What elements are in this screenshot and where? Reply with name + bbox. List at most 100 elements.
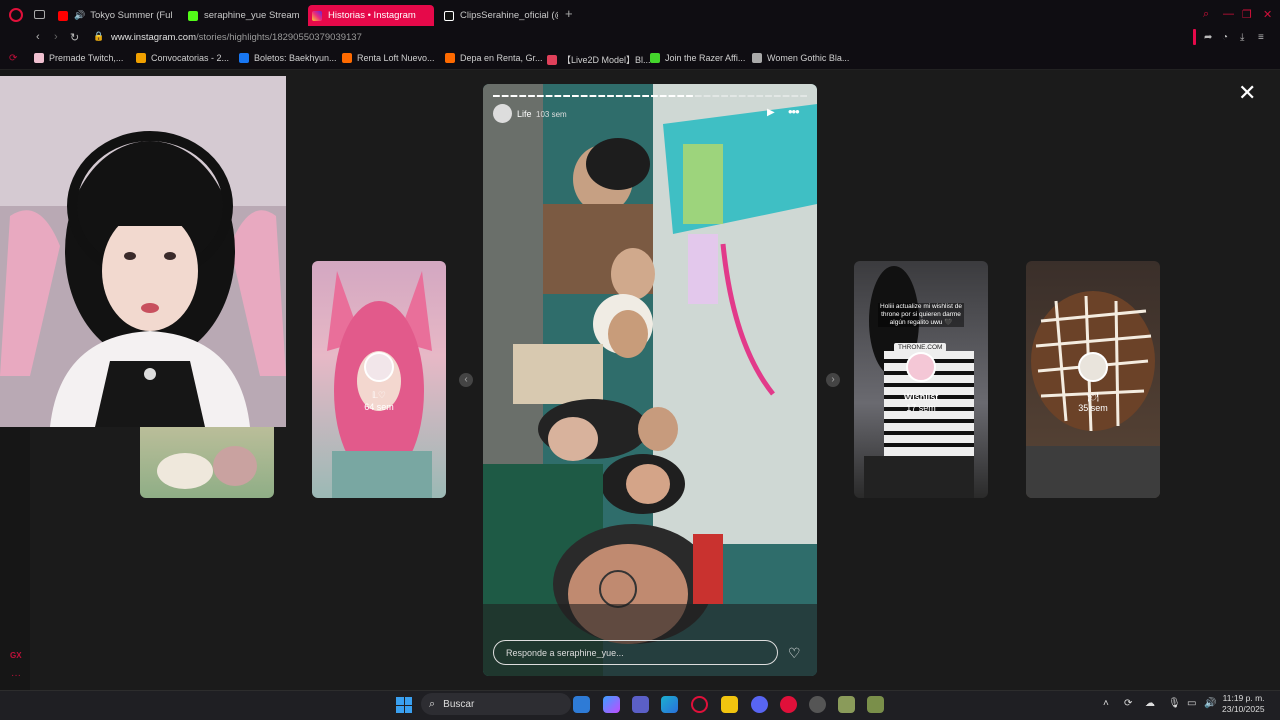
progress-segment <box>598 95 606 97</box>
progress-segment <box>493 95 500 97</box>
progress-segment <box>668 95 676 97</box>
tab-label: ClipsSerahine_oficial (@c <box>460 10 558 21</box>
bookmark-item[interactable]: 【Live2D Model】Bl... <box>547 53 651 66</box>
next-story-button[interactable]: › <box>826 373 840 387</box>
sidebar-more-icon[interactable]: ··· <box>11 670 21 681</box>
progress-segment <box>563 95 570 97</box>
account-icon[interactable]: ◔ <box>1222 32 1228 43</box>
menu-icon[interactable]: ≡ <box>1258 32 1264 43</box>
download-icon[interactable]: ⤓ <box>1240 32 1244 43</box>
windows-start-icon[interactable] <box>396 697 412 713</box>
highlight-avatar <box>364 352 394 382</box>
maximize-button[interactable]: ❐ <box>1242 8 1252 21</box>
steam-icon[interactable] <box>809 696 826 713</box>
bookmark-label: Premade Twitch,... <box>49 53 124 63</box>
story-image <box>483 84 817 676</box>
progress-segment <box>721 95 728 97</box>
copilot-icon[interactable] <box>603 696 620 713</box>
play-icon[interactable]: ▶ <box>767 107 775 118</box>
highlight-title: 𝕃♡ <box>372 390 386 400</box>
gx-corner-label[interactable]: GX <box>10 651 22 660</box>
story-thumbnail[interactable]: 🍽 35 sem <box>1026 261 1160 498</box>
close-window-button[interactable]: ✕ <box>1263 8 1272 21</box>
bookmark-item[interactable]: Premade Twitch,... <box>34 53 123 63</box>
tab-instagram[interactable]: Historias • Instagram <box>308 5 434 26</box>
progress-segment <box>703 95 711 97</box>
speed-dial-icon[interactable]: ⟳ <box>9 53 17 64</box>
tab-label: seraphine_yue Stream - W <box>204 10 302 21</box>
minecraft-launcher-icon[interactable] <box>867 696 884 713</box>
close-story-button[interactable]: ✕ <box>1238 82 1256 104</box>
bookmark-item[interactable]: Depa en Renta, Gr... <box>445 53 543 63</box>
highlight-link[interactable]: THRONE.COM <box>894 343 947 352</box>
progress-segment <box>501 95 509 97</box>
instagram-icon <box>312 10 322 21</box>
youtube-icon <box>58 10 68 21</box>
story-thumbnail[interactable]: Holiii actualize mi wishlist de throne p… <box>854 261 988 498</box>
teams-icon[interactable] <box>632 696 649 713</box>
search-icon: ⌕ <box>429 697 436 710</box>
forward-button[interactable]: › <box>54 31 58 43</box>
discord-icon[interactable] <box>751 696 768 713</box>
file-explorer-icon[interactable] <box>721 696 738 713</box>
bookmark-icon <box>445 53 455 63</box>
sync-icon[interactable]: ⟳ <box>1124 698 1132 709</box>
story-time: 103 sem <box>536 110 567 119</box>
url-field[interactable]: www.instagram.com/stories/highlights/182… <box>111 32 362 43</box>
progress-segment <box>791 95 799 97</box>
bookmark-icon <box>136 53 146 63</box>
bookmark-item[interactable]: Renta Loft Nuevo... <box>342 53 435 63</box>
opera-logo-icon[interactable] <box>9 8 23 22</box>
bookmark-item[interactable]: Join the Razer Affi... <box>650 53 745 63</box>
network-icon[interactable]: ▭ <box>1187 698 1196 709</box>
minimize-button[interactable]: — <box>1223 8 1234 20</box>
prev-story-button[interactable]: ‹ <box>459 373 473 387</box>
progress-segment <box>554 95 562 97</box>
new-tab-button[interactable]: + <box>565 6 573 21</box>
tab-manager-icon[interactable] <box>34 10 45 19</box>
bookmark-item[interactable]: Women Gothic Bla... <box>752 53 849 63</box>
webcam-overlay <box>0 76 286 427</box>
reload-icon[interactable]: ↻ <box>70 31 79 44</box>
microphone-icon[interactable]: 🎙 <box>1168 698 1181 709</box>
more-options-icon[interactable]: ••• <box>788 104 800 119</box>
tab-tiktok[interactable]: ClipsSerahine_oficial (@c <box>440 5 558 26</box>
progress-segment <box>730 95 737 97</box>
taskbar-search[interactable]: ⌕ Buscar <box>421 693 571 715</box>
opera-gx-icon[interactable] <box>691 696 708 713</box>
bookmark-item[interactable]: Convocatorias - 2... <box>136 53 229 63</box>
like-heart-icon[interactable]: ♡ <box>788 645 801 662</box>
address-accent <box>1193 29 1196 45</box>
story-thumbnail[interactable]: 𝕃♡ 64 sem <box>312 261 446 498</box>
task-view-icon[interactable] <box>573 696 590 713</box>
progress-segment <box>659 95 667 97</box>
share-icon[interactable]: ➦ <box>1204 32 1212 43</box>
tray-overflow-icon[interactable]: ˄ <box>1103 698 1109 709</box>
progress-segment <box>747 95 755 97</box>
minecraft-icon[interactable] <box>838 696 855 713</box>
story-avatar[interactable] <box>493 104 512 123</box>
audio-icon[interactable]: 🔊 <box>74 10 85 21</box>
back-button[interactable]: ‹ <box>36 31 40 43</box>
tab-kick[interactable]: seraphine_yue Stream - W <box>184 5 302 26</box>
story-author[interactable]: Life <box>517 109 532 119</box>
volume-icon[interactable]: 🔊 <box>1204 698 1216 709</box>
progress-segment <box>712 95 720 97</box>
bookmark-icon <box>752 53 762 63</box>
bookmark-item[interactable]: Boletos: Baekhyun... <box>239 53 337 63</box>
bookmark-icon <box>342 53 352 63</box>
bookmark-label: Women Gothic Bla... <box>767 53 850 63</box>
active-story[interactable] <box>483 84 817 676</box>
edge-icon[interactable] <box>661 696 678 713</box>
cloud-icon[interactable]: ☁ <box>1145 698 1155 709</box>
story-progress-bar <box>493 95 807 97</box>
opera-icon[interactable] <box>780 696 797 713</box>
tab-youtube[interactable]: 🔊 Tokyo Summer (Full A <box>54 5 172 26</box>
highlight-time: 64 sem <box>364 402 394 412</box>
progress-segment <box>782 95 790 97</box>
reply-input[interactable] <box>493 640 778 665</box>
search-tabs-icon[interactable]: ⌕ <box>1203 8 1209 21</box>
lock-icon: 🔒 <box>93 31 105 41</box>
bookmark-icon <box>34 53 44 63</box>
system-clock[interactable]: 11:19 p. m. 23/10/2025 <box>1222 693 1265 715</box>
